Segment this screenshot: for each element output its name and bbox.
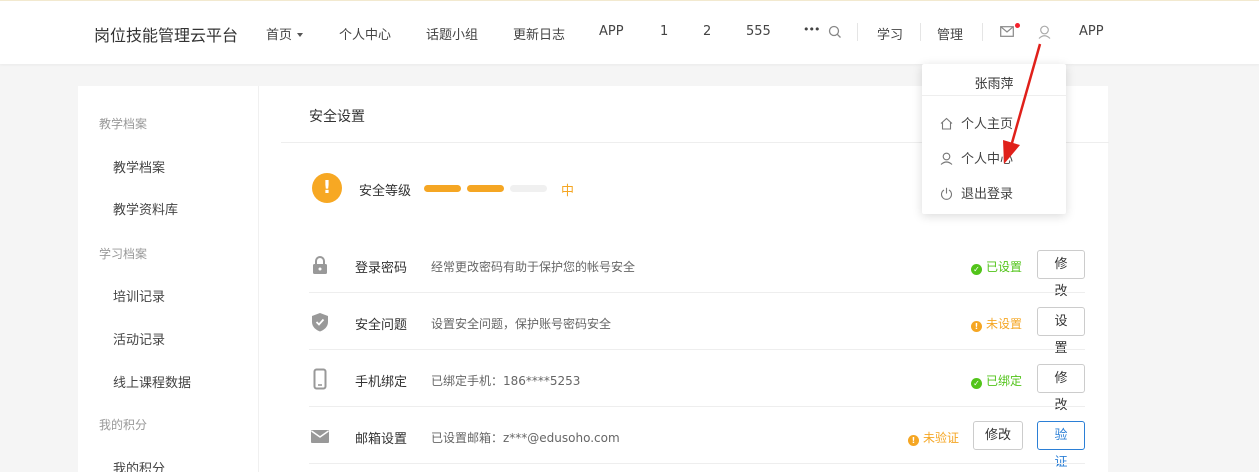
sidebar-group-title: 我的积分 [99, 418, 148, 432]
nav-1[interactable]: 1 [660, 24, 668, 39]
page-title: 安全设置 [309, 109, 365, 125]
warning-icon: ! [312, 173, 342, 203]
row-description: 经常更改密码有助于保护您的帐号安全 [431, 260, 636, 274]
security-row-password: 登录密码 经常更改密码有助于保护您的帐号安全 ✓ 已设置 修改 [309, 236, 1085, 299]
dropdown-divider [922, 95, 1066, 96]
shield-icon [312, 313, 328, 332]
envelope-icon [311, 430, 329, 443]
sidebar-item-training-records[interactable]: 培训记录 [113, 286, 165, 305]
dropdown-item-logout[interactable]: 退出登录 [940, 183, 1013, 202]
check-icon: ✓ [971, 264, 982, 275]
alert-icon: ! [971, 321, 982, 332]
nav-update-log[interactable]: 更新日志 [513, 24, 565, 43]
alert-icon: ! [908, 435, 919, 446]
nav-study[interactable]: 学习 [877, 24, 903, 43]
row-description: 已绑定手机：186****5253 [431, 374, 581, 388]
lock-icon [313, 256, 327, 274]
row-divider [309, 463, 1085, 464]
caret-down-icon [297, 32, 304, 37]
status-badge: ✓ 已设置 [971, 258, 1022, 275]
sidebar-item-teaching-archive[interactable]: 教学档案 [113, 157, 165, 176]
nav-app-right[interactable]: APP [1079, 24, 1104, 39]
header-divider [982, 23, 983, 41]
header-divider [920, 23, 921, 41]
nav-home[interactable]: 首页 [266, 24, 304, 43]
modify-email-button[interactable]: 修改 [973, 421, 1024, 450]
dropdown-item-personal-center[interactable]: 个人中心 [940, 148, 1013, 167]
dropdown-item-homepage[interactable]: 个人主页 [940, 113, 1013, 132]
top-navbar: 岗位技能管理云平台 首页 个人中心 话题小组 更新日志 APP 1 2 555 … [0, 0, 1259, 64]
nav-555[interactable]: 555 [746, 24, 771, 39]
security-level-bar [424, 185, 461, 192]
security-row-question: 安全问题 设置安全问题，保护账号密码安全 ! 未设置 设置 [309, 293, 1085, 356]
search-icon[interactable] [828, 25, 842, 39]
sidebar-group-title: 教学档案 [99, 117, 148, 131]
sidebar-item-activity-records[interactable]: 活动记录 [113, 329, 165, 348]
row-description: 设置安全问题，保护账号密码安全 [431, 317, 612, 331]
sidebar-item-my-points[interactable]: 我的积分 [113, 458, 165, 472]
row-title: 邮箱设置 [355, 432, 408, 447]
home-icon [940, 117, 953, 130]
security-level-value: 中 [561, 184, 575, 199]
row-title: 登录密码 [355, 261, 408, 276]
row-title: 手机绑定 [355, 375, 408, 390]
sidebar-item-teaching-library[interactable]: 教学资料库 [113, 199, 178, 218]
user-dropdown-menu: 张雨萍 个人主页 个人中心 退出登录 [922, 64, 1066, 214]
verify-email-button[interactable]: 验证 [1037, 421, 1085, 470]
nav-app[interactable]: APP [599, 24, 624, 39]
security-level-label: 安全等级 [359, 184, 412, 199]
phone-icon [313, 368, 327, 390]
check-icon: ✓ [971, 378, 982, 389]
dropdown-username: 张雨萍 [974, 77, 1014, 92]
sidebar-item-online-course-data[interactable]: 线上课程数据 [113, 372, 191, 391]
security-row-phone: 手机绑定 已绑定手机：186****5253 ✓ 已绑定 修改 [309, 350, 1085, 413]
security-row-email: 邮箱设置 已设置邮箱：z***@edusoho.com ! 未验证 修改 验证 [309, 407, 1085, 470]
status-badge: ✓ 已绑定 [971, 372, 1022, 389]
status-badge: ! 未设置 [971, 315, 1022, 332]
modify-phone-button[interactable]: 修改 [1037, 364, 1085, 413]
nav-personal-center[interactable]: 个人中心 [339, 24, 391, 43]
security-level-bar [467, 185, 504, 192]
power-icon [940, 187, 953, 200]
mail-icon[interactable] [1000, 26, 1014, 37]
header-divider [857, 23, 858, 41]
nav-manage[interactable]: 管理 [937, 24, 963, 43]
row-title: 安全问题 [355, 318, 408, 333]
more-icon[interactable]: ••• [803, 23, 820, 36]
modify-password-button[interactable]: 修改 [1037, 250, 1085, 299]
user-icon [940, 152, 953, 165]
brand-title[interactable]: 岗位技能管理云平台 [94, 22, 238, 46]
status-badge: ! 未验证 [908, 429, 959, 446]
sidebar-group-title: 学习档案 [99, 247, 148, 261]
notification-dot [1015, 23, 1020, 28]
nav-topic-groups[interactable]: 话题小组 [426, 24, 478, 43]
set-question-button[interactable]: 设置 [1037, 307, 1085, 356]
nav-2[interactable]: 2 [703, 24, 711, 39]
row-description: 已设置邮箱：z***@edusoho.com [431, 431, 620, 445]
sidebar: 教学档案 教学档案 教学资料库 学习档案 培训记录 活动记录 线上课程数据 我的… [78, 86, 258, 472]
security-level-bar [510, 185, 547, 192]
user-icon[interactable] [1038, 25, 1051, 39]
